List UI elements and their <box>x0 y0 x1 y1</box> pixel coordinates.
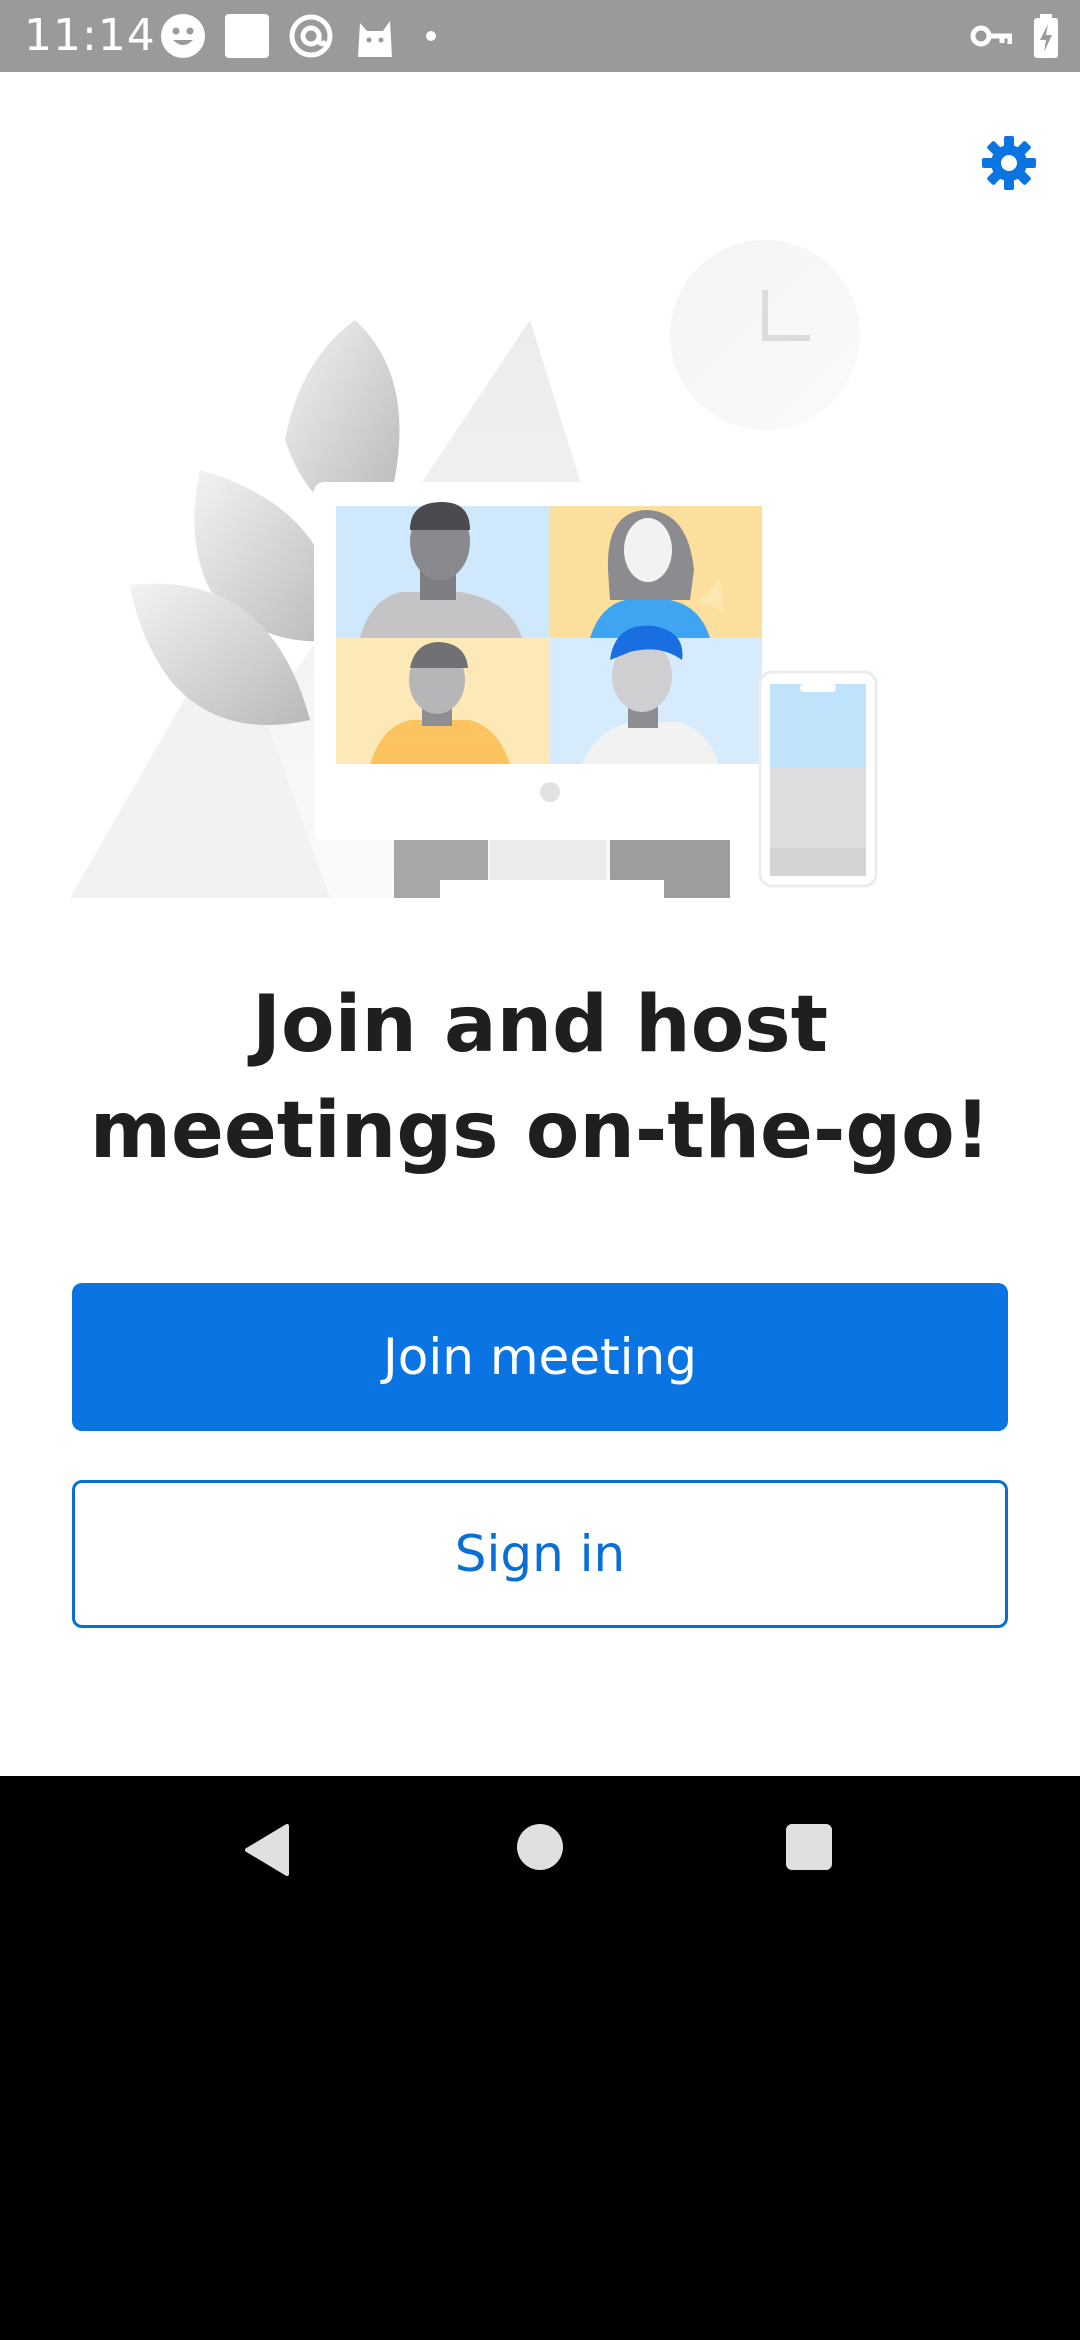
notification-icons <box>160 12 446 60</box>
headline: Join and host meetings on-the-go! <box>0 972 1080 1184</box>
navigation-bar <box>0 1776 1080 1920</box>
white-square-icon <box>225 14 269 58</box>
recents-icon[interactable] <box>786 1824 832 1870</box>
home-icon[interactable] <box>517 1824 563 1870</box>
smiley-icon <box>161 14 205 58</box>
sign-in-button[interactable]: Sign in <box>72 1480 1008 1628</box>
headline-line-2: meetings on-the-go! <box>89 1086 991 1176</box>
battery-charging-icon <box>1034 14 1058 58</box>
status-bar: 11:14 <box>0 0 1080 72</box>
system-icons <box>970 12 1060 60</box>
back-icon[interactable] <box>243 1824 291 1876</box>
headline-line-1: Join and host <box>251 980 828 1070</box>
settings-button[interactable] <box>968 122 1050 204</box>
status-time: 11:14 <box>24 10 156 61</box>
at-sign-icon <box>289 14 333 58</box>
app-screen: Join and host meetings on-the-go! Join m… <box>0 72 1080 1776</box>
dot-icon <box>426 31 436 41</box>
cat-icon <box>358 21 392 57</box>
gear-icon <box>982 136 1036 190</box>
video-meeting-illustration <box>70 240 878 898</box>
vpn-key-icon <box>970 25 1012 47</box>
join-meeting-button[interactable]: Join meeting <box>72 1283 1008 1431</box>
